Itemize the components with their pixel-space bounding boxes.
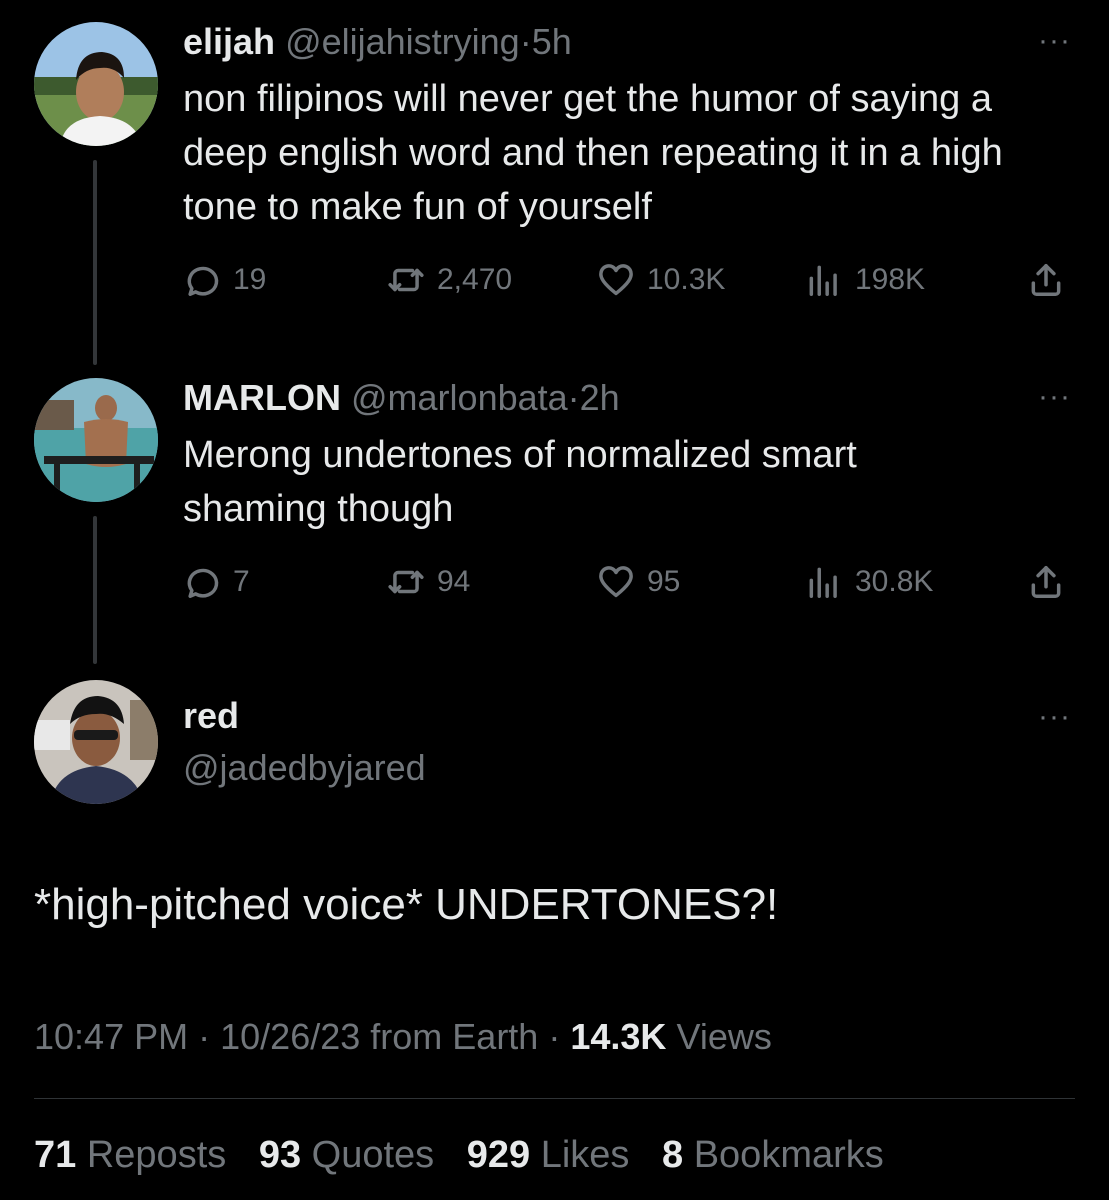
- views-icon: [809, 265, 837, 296]
- separator: ·: [198, 1016, 211, 1057]
- engagement-stats: 71 Reposts 93 Quotes 929 Likes 8 Bookmar…: [34, 1134, 906, 1177]
- action-bar: 19 2,470 10.3K 198K: [183, 258, 1073, 302]
- views-count: 30.8K: [855, 565, 934, 598]
- like-count: 10.3K: [647, 263, 726, 296]
- reposts-stat[interactable]: 71 Reposts: [34, 1134, 226, 1176]
- tweet-meta: 10:47 PM · 10/26/23 from Earth · 14.3K V…: [34, 1016, 772, 1058]
- display-name[interactable]: red: [183, 695, 239, 736]
- more-options-icon[interactable]: ···: [1038, 700, 1071, 734]
- repost-count: 94: [437, 565, 471, 598]
- heart-icon: [599, 264, 633, 296]
- display-name[interactable]: elijah: [183, 21, 275, 62]
- reply-icon: [187, 568, 219, 598]
- reply-count: 19: [233, 263, 267, 296]
- views-total: 14.3K: [570, 1016, 667, 1057]
- user-handle[interactable]: @elijahistrying: [285, 21, 520, 62]
- display-name-row: red: [183, 694, 239, 738]
- reposts-label: Reposts: [86, 1134, 227, 1176]
- share-icon: [1031, 566, 1061, 598]
- tweet-header: elijah @elijahistrying·5h: [183, 20, 572, 64]
- more-options-icon[interactable]: ···: [1038, 380, 1071, 414]
- avatar[interactable]: [34, 22, 158, 146]
- tweet-text: Merong undertones of normalized smart sh…: [183, 434, 857, 530]
- tweet-header: MARLON @marlonbata·2h: [183, 376, 620, 420]
- post-time[interactable]: 10:47 PM: [34, 1016, 188, 1057]
- views-button[interactable]: 198K: [805, 258, 925, 302]
- repost-button[interactable]: 94: [387, 560, 470, 604]
- separator: ·: [519, 21, 532, 62]
- views-icon: [809, 567, 837, 598]
- bookmarks-total: 8: [662, 1134, 684, 1176]
- post-date[interactable]: 10/26/23: [220, 1016, 360, 1057]
- separator: ·: [548, 1016, 561, 1057]
- post-source: from Earth: [370, 1016, 539, 1057]
- reply-icon: [187, 266, 219, 296]
- share-button[interactable]: [1027, 258, 1065, 302]
- tweet-marlon[interactable]: MARLON @marlonbata·2h ··· Merong underto…: [0, 360, 1109, 690]
- heart-icon: [599, 566, 633, 598]
- like-count: 95: [647, 565, 681, 598]
- action-bar: 7 94 95 30.8K: [183, 560, 1073, 604]
- repost-count: 2,470: [437, 263, 513, 296]
- views-button[interactable]: 30.8K: [805, 560, 933, 604]
- divider: [34, 1098, 1075, 1099]
- share-button[interactable]: [1027, 560, 1065, 604]
- handle-row: @jadedbyjared: [183, 746, 426, 790]
- display-name[interactable]: MARLON: [183, 377, 341, 418]
- quotes-stat[interactable]: 93 Quotes: [259, 1134, 434, 1176]
- bookmarks-stat[interactable]: 8 Bookmarks: [662, 1134, 884, 1176]
- views-label: Views: [676, 1016, 772, 1057]
- more-options-icon[interactable]: ···: [1038, 24, 1071, 58]
- user-handle[interactable]: @jadedbyjared: [183, 747, 426, 788]
- likes-total: 929: [466, 1134, 531, 1176]
- like-button[interactable]: 10.3K: [597, 258, 725, 302]
- quotes-label: Quotes: [311, 1134, 435, 1176]
- quotes-total: 93: [258, 1134, 302, 1176]
- reposts-total: 71: [34, 1134, 77, 1176]
- reply-count: 7: [233, 565, 250, 598]
- user-handle[interactable]: @marlonbata: [351, 377, 568, 418]
- main-tweet-text: *high-pitched voice* UNDERTONES?!: [34, 880, 779, 929]
- reply-button[interactable]: 19: [183, 258, 266, 302]
- timestamp[interactable]: 5h: [532, 21, 572, 62]
- repost-icon: [388, 570, 424, 594]
- likes-label: Likes: [540, 1134, 630, 1176]
- tweet-red-main: red @jadedbyjared ···: [0, 680, 1109, 1200]
- tweet-text: non filipinos will never get the humor o…: [183, 78, 1003, 228]
- separator: ·: [567, 377, 580, 418]
- reply-button[interactable]: 7: [183, 560, 250, 604]
- timestamp[interactable]: 2h: [580, 377, 620, 418]
- tweet-elijah[interactable]: elijah @elijahistrying·5h ··· non filipi…: [0, 0, 1109, 360]
- likes-stat[interactable]: 929 Likes: [467, 1134, 630, 1176]
- avatar[interactable]: [34, 378, 158, 502]
- views-count: 198K: [855, 263, 926, 296]
- share-icon: [1031, 264, 1061, 296]
- bookmarks-label: Bookmarks: [693, 1134, 884, 1176]
- repost-icon: [388, 268, 424, 292]
- like-button[interactable]: 95: [597, 560, 680, 604]
- avatar[interactable]: [34, 680, 158, 804]
- repost-button[interactable]: 2,470: [387, 258, 512, 302]
